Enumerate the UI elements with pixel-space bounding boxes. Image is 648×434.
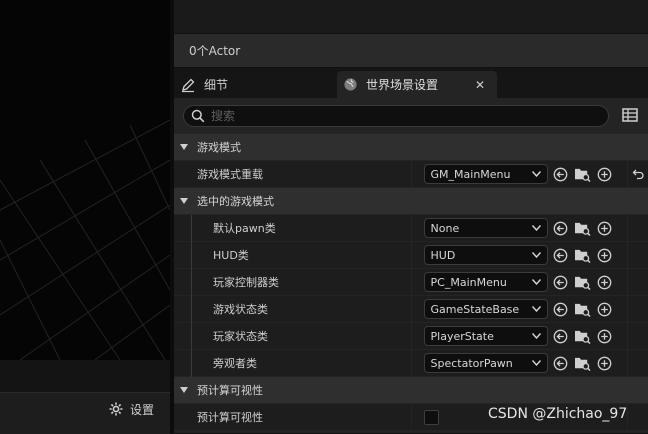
arrow-left-circle-icon[interactable] [552, 273, 570, 291]
property-row-game-mode-override: 游戏模式重载 GM_MainMenu [174, 161, 648, 187]
settings-label: 设置 [130, 402, 155, 417]
folder-search-icon[interactable] [574, 273, 592, 291]
arrow-left-circle-icon[interactable] [552, 246, 570, 264]
category-precomputed-visibility[interactable]: 预计算可视性 [174, 377, 648, 403]
property-row-player-state-class: 玩家状态类 PlayerState [174, 323, 648, 350]
game-mode-override-dropdown[interactable]: GM_MainMenu [423, 164, 548, 184]
dropdown-value: PlayerState [430, 329, 494, 343]
arrow-left-circle-icon[interactable] [552, 300, 570, 318]
category-game-mode[interactable]: 游戏模式 [174, 134, 648, 160]
close-icon[interactable]: ✕ [475, 78, 485, 92]
spectator-class-dropdown[interactable]: SpectatorPawn [423, 353, 548, 373]
arrow-left-circle-icon[interactable] [552, 165, 570, 183]
category-label: 预计算可视性 [197, 384, 263, 397]
arrow-left-circle-icon[interactable] [552, 354, 570, 372]
player-controller-class-dropdown[interactable]: PC_MainMenu [423, 272, 548, 292]
property-row-game-state-class: 游戏状态类 GameStateBase [174, 296, 648, 323]
precomputed-visibility-checkbox[interactable] [423, 409, 439, 425]
dropdown-value: SpectatorPawn [430, 356, 513, 370]
folder-search-icon[interactable] [574, 219, 592, 237]
outliner-status-bar: 0个Actor [174, 34, 648, 67]
property-label: 预计算可视性 [197, 411, 263, 424]
pencil-icon [182, 78, 195, 92]
plus-circle-icon[interactable] [596, 273, 614, 291]
property-row-player-controller-class: 玩家控制器类 PC_MainMenu [174, 269, 648, 296]
chevron-down-icon [531, 333, 541, 339]
category-label: 游戏模式 [197, 141, 241, 154]
plus-circle-icon[interactable] [596, 327, 614, 345]
player-state-class-dropdown[interactable]: PlayerState [423, 326, 548, 346]
plus-circle-icon[interactable] [596, 354, 614, 372]
dropdown-value: GameStateBase [430, 302, 520, 316]
chevron-down-icon [531, 279, 541, 285]
globe-icon [344, 78, 357, 91]
default-pawn-class-dropdown[interactable]: None [423, 218, 548, 238]
tab-world-settings-label: 世界场景设置 [366, 78, 439, 92]
property-label: 旁观者类 [213, 357, 257, 370]
chevron-down-icon [531, 306, 541, 312]
property-label: HUD类 [213, 249, 249, 262]
property-label: 玩家状态类 [213, 330, 268, 343]
property-label: 游戏模式重载 [197, 168, 263, 181]
search-icon [191, 109, 205, 123]
property-list: 游戏模式 游戏模式重载 GM_MainMenu 选中的游戏模式 默认pawn类 [174, 134, 648, 431]
dropdown-value: HUD [430, 248, 456, 262]
reset-arrow-icon[interactable] [632, 168, 644, 180]
top-panel-area [174, 0, 648, 33]
tab-details-label: 细节 [204, 78, 229, 92]
world-settings-panel: 游戏模式 游戏模式重载 GM_MainMenu 选中的游戏模式 默认pawn类 [174, 98, 648, 433]
plus-circle-icon[interactable] [596, 300, 614, 318]
search-input[interactable] [211, 109, 591, 123]
property-label: 游戏状态类 [213, 303, 268, 316]
plus-circle-icon[interactable] [596, 246, 614, 264]
table-icon[interactable] [622, 108, 638, 122]
viewport-toolbar-strip [0, 360, 170, 392]
folder-search-icon[interactable] [574, 246, 592, 264]
dropdown-value: PC_MainMenu [430, 275, 507, 289]
tab-details[interactable]: 细节 [178, 71, 330, 98]
property-row-hud-class: HUD类 HUD [174, 242, 648, 269]
dropdown-value: None [430, 221, 460, 235]
category-selected-game-mode[interactable]: 选中的游戏模式 [174, 188, 648, 214]
property-row-spectator-class: 旁观者类 SpectatorPawn [174, 350, 648, 377]
gear-icon [109, 402, 123, 416]
chevron-down-icon [180, 144, 188, 150]
property-label: 玩家控制器类 [213, 276, 279, 289]
settings-button[interactable]: 设置 [108, 398, 154, 420]
game-state-class-dropdown[interactable]: GameStateBase [423, 299, 548, 319]
folder-search-icon[interactable] [574, 300, 592, 318]
plus-circle-icon[interactable] [596, 219, 614, 237]
chevron-down-icon [180, 387, 188, 393]
arrow-left-circle-icon[interactable] [552, 327, 570, 345]
chevron-down-icon [531, 360, 541, 366]
chevron-down-icon [531, 252, 541, 258]
actor-count: 0个Actor [189, 44, 241, 58]
chevron-down-icon [531, 171, 541, 177]
folder-search-icon[interactable] [574, 165, 592, 183]
property-row-default-pawn-class: 默认pawn类 None [174, 215, 648, 242]
folder-search-icon[interactable] [574, 327, 592, 345]
plus-circle-icon[interactable] [596, 165, 614, 183]
watermark: CSDN @Zhichao_97 [488, 406, 628, 422]
property-label: 默认pawn类 [213, 222, 276, 235]
dropdown-value: GM_MainMenu [430, 167, 511, 181]
chevron-down-icon [531, 225, 541, 231]
search-box[interactable] [183, 105, 609, 127]
folder-search-icon[interactable] [574, 354, 592, 372]
viewport-grid [0, 119, 170, 360]
viewport-3d[interactable] [0, 0, 170, 360]
hud-class-dropdown[interactable]: HUD [423, 245, 548, 265]
category-label: 选中的游戏模式 [197, 195, 274, 208]
tab-bar: 细节 世界场景设置 ✕ [174, 68, 648, 98]
arrow-left-circle-icon[interactable] [552, 219, 570, 237]
chevron-down-icon [180, 198, 188, 204]
tab-world-settings[interactable]: 世界场景设置 ✕ [337, 71, 497, 98]
